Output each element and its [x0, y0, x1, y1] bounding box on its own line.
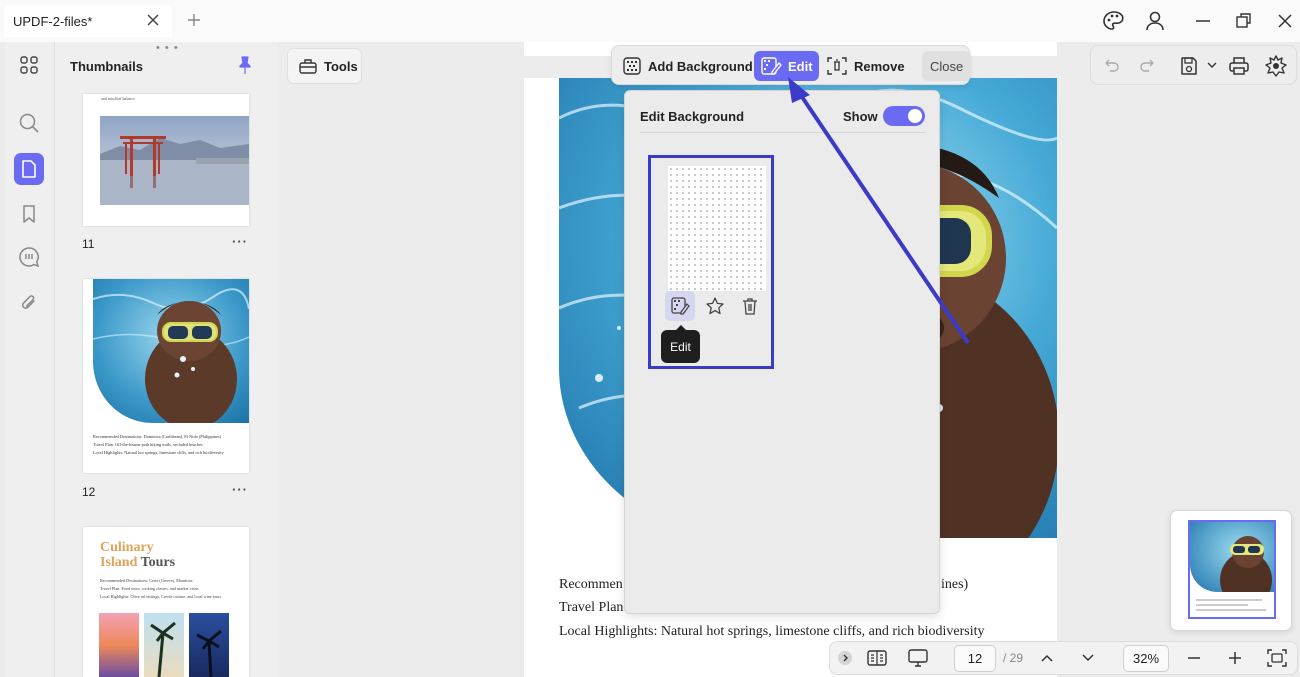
edit-background-label: Edit: [788, 58, 813, 74]
tools-button[interactable]: Tools: [287, 48, 362, 84]
thumbnail-heading: Culinary Island Tours: [100, 540, 175, 570]
diver-image: [93, 279, 249, 423]
restore-icon[interactable]: [1235, 10, 1253, 32]
minimap-preview: [1188, 520, 1276, 619]
minimize-icon[interactable]: [1194, 10, 1212, 32]
chevron-down-icon[interactable]: [1080, 650, 1096, 666]
thumbnail-page-number: 11: [82, 237, 95, 251]
close-window-icon[interactable]: [1276, 10, 1294, 32]
document-text-line: Recommen ines): [559, 577, 968, 593]
edit-tooltip: Edit: [661, 325, 700, 363]
toolbox-icon: [298, 56, 318, 76]
edit-background-icon: [760, 56, 782, 76]
pin-icon[interactable]: [236, 55, 254, 75]
thumbnail-text-line: Local Highlights: Natural hot springs, l…: [93, 450, 224, 455]
fit-page-icon[interactable]: [1266, 648, 1288, 668]
document-tab[interactable]: UPDF-2-files*: [4, 5, 172, 37]
document-text-line: Local Highlights: Natural hot springs, l…: [559, 624, 985, 639]
panel-resize-handle[interactable]: • • •: [156, 42, 179, 54]
add-background-label: Add Background: [648, 58, 753, 74]
plus-icon[interactable]: [186, 12, 202, 28]
user-icon[interactable]: [1145, 10, 1165, 32]
thumbnail-text: Recommended Destinations: Crete (Greece)…: [100, 577, 221, 601]
edit-icon[interactable]: [665, 291, 695, 321]
presentation-icon[interactable]: [907, 648, 929, 668]
page-layout-icon[interactable]: [866, 648, 888, 668]
expand-icon[interactable]: [837, 650, 853, 666]
ai-assistant-icon[interactable]: [1264, 54, 1288, 78]
zoom-in-icon[interactable]: [1227, 650, 1243, 666]
thumbnail-text-line: Local Highlights: Olive oil tastings, Cr…: [100, 594, 222, 599]
sunset-images: [99, 613, 229, 677]
chevron-down-icon[interactable]: [1207, 60, 1217, 70]
remove-background-label: Remove: [854, 58, 905, 74]
thumbnail-text-line: Recommended Destinations: Dominica (Cari…: [93, 434, 222, 439]
thumbnail-text-line: Travel Plan: Off-the-beaten-path hiking …: [93, 442, 203, 447]
background-preview: [668, 166, 766, 291]
chevron-up-icon[interactable]: [1039, 650, 1055, 666]
undo-icon[interactable]: [1102, 55, 1120, 75]
document-text-line: Travel Plan: [559, 600, 624, 615]
grid-icon[interactable]: [14, 50, 44, 80]
thumbnail-text-line: Travel Plan: Food tours, cooking classes…: [100, 586, 199, 591]
star-icon[interactable]: [700, 291, 730, 321]
thumbnails-title: Thumbnails: [70, 59, 143, 74]
comment-icon[interactable]: [14, 242, 44, 272]
page-number-input[interactable]: [954, 645, 996, 672]
thumbnail-more-button[interactable]: ···: [232, 482, 248, 497]
save-icon[interactable]: [1179, 55, 1199, 77]
thumbnail-page-11[interactable]: and mischief balance: [83, 94, 249, 226]
bottom-bar: / 29 32%: [829, 641, 1298, 675]
tools-label: Tools: [324, 58, 358, 74]
remove-background-icon: [826, 56, 848, 76]
add-background-icon: [622, 56, 642, 76]
print-icon[interactable]: [1228, 55, 1250, 77]
page-icon[interactable]: [14, 153, 44, 185]
document-text-segment: ines): [941, 577, 969, 592]
search-icon[interactable]: [14, 108, 44, 138]
total-pages: / 29: [1003, 651, 1024, 665]
bookmark-icon[interactable]: [14, 199, 44, 229]
trash-icon[interactable]: [735, 291, 765, 321]
heading-line: Culinary: [100, 540, 154, 555]
thumbnail-text: Recommended Destinations: Dominica (Cari…: [93, 433, 224, 457]
add-background-button[interactable]: Add Background: [616, 51, 759, 81]
torii-gate-image: [100, 116, 249, 205]
thumbnail-text-line: Recommended Destinations: Crete (Greece)…: [100, 578, 193, 583]
zoom-out-icon[interactable]: [1186, 650, 1202, 666]
page-minimap[interactable]: [1170, 510, 1292, 631]
paperclip-icon[interactable]: [14, 288, 44, 318]
redo-icon[interactable]: [1139, 55, 1157, 75]
thumbnail-caption: and mischief balance: [101, 96, 135, 101]
background-template-card[interactable]: Edit: [648, 155, 774, 369]
zoom-level[interactable]: 32%: [1123, 645, 1169, 672]
annotation-arrow: [788, 77, 970, 345]
thumbnail-more-button[interactable]: ···: [232, 234, 248, 249]
heading-word: Island: [100, 555, 138, 570]
thumbnail-page-number: 12: [82, 485, 96, 499]
document-text-segment: Recommen: [559, 577, 623, 592]
heading-word: Tours: [140, 555, 176, 570]
close-icon[interactable]: [146, 13, 160, 27]
thumbnail-page-13[interactable]: Culinary Island Tours Recommended Destin…: [83, 527, 249, 677]
right-toolbar: [1090, 45, 1297, 85]
palette-icon[interactable]: [1102, 10, 1126, 32]
thumbnail-page-12[interactable]: Recommended Destinations: Dominica (Cari…: [83, 279, 249, 473]
document-tab-title: UPDF-2-files*: [13, 13, 93, 29]
popup-title: Edit Background: [640, 109, 745, 124]
